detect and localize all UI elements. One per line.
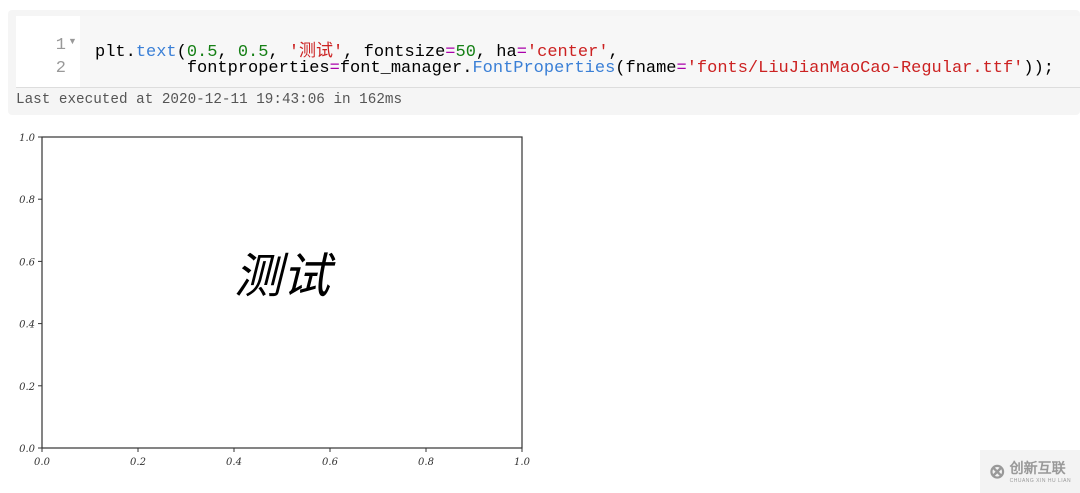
- matplotlib-output: 0.0 0.2 0.4 0.6 0.8 1.0 0.0 0.2 0.4 0.6 0.8 1.0 测试: [19, 133, 531, 468]
- x-tick-label: 1.0: [514, 457, 531, 468]
- y-tick-label: 0.0: [19, 444, 36, 455]
- watermark-logo: ⊗ 创新互联 CHUANG XIN HU LIAN: [980, 450, 1080, 493]
- watermark-title: 创新互联: [1009, 459, 1066, 476]
- x-tick-label: 0.0: [34, 457, 51, 468]
- x-tick-label: 0.8: [418, 457, 434, 468]
- y-tick-label: 0.8: [19, 195, 35, 206]
- y-tick-label: 0.6: [19, 257, 36, 268]
- x-tick-label: 0.4: [226, 457, 242, 468]
- x-tick-label: 0.2: [130, 457, 146, 468]
- watermark-subtitle: CHUANG XIN HU LIAN: [1009, 477, 1072, 484]
- logo-icon: ⊗: [988, 461, 1006, 483]
- y-tick-label: 1.0: [19, 133, 36, 144]
- y-tick-label: 0.4: [19, 320, 35, 331]
- x-tick-label: 0.6: [322, 457, 339, 468]
- plot-text-annotation: 测试: [234, 249, 336, 305]
- y-tick-label: 0.2: [19, 382, 35, 393]
